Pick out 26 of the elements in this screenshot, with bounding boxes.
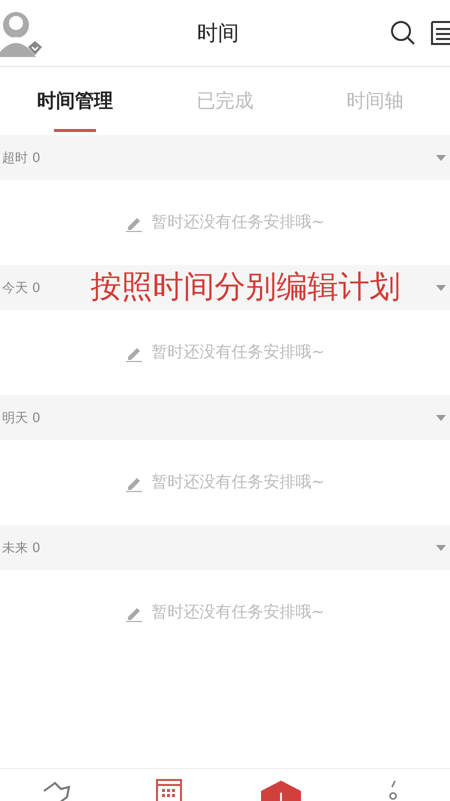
empty-message: 暂时还没有任务安排哦~ (151, 472, 325, 493)
section-label: 今天 0 (2, 280, 40, 296)
section-header[interactable]: 未来 0 (0, 525, 450, 570)
section-header[interactable]: 今天 0 按照时间分别编辑计划 (0, 265, 450, 310)
tab[interactable]: 时间管理 (0, 67, 150, 135)
section-header[interactable]: 超时 0 (0, 135, 450, 180)
annotation-text: 按照时间分别编辑计划 (90, 272, 400, 303)
section-header[interactable]: 明天 0 (0, 395, 450, 440)
caret-icon (436, 284, 446, 290)
caret-icon (436, 414, 446, 420)
tab[interactable]: 时间轴 (300, 67, 450, 135)
section-label: 超时 0 (2, 150, 40, 166)
caret-icon (436, 544, 446, 550)
empty-message: 暂时还没有任务安排哦~ (151, 342, 325, 363)
list-icon[interactable] (430, 20, 450, 46)
add-icon (261, 779, 302, 801)
calendar-icon (156, 779, 182, 801)
empty-message: 暂时还没有任务安排哦~ (151, 212, 325, 233)
page-title: 时间 (197, 20, 239, 47)
caret-icon (436, 154, 446, 160)
empty-message: 暂时还没有任务安排哦~ (151, 602, 325, 623)
search-icon[interactable] (390, 20, 416, 46)
section-label: 明天 0 (2, 410, 40, 426)
section-label: 未来 0 (2, 540, 40, 556)
nav-button[interactable] (261, 779, 302, 801)
tab[interactable]: 已完成 (150, 67, 300, 135)
